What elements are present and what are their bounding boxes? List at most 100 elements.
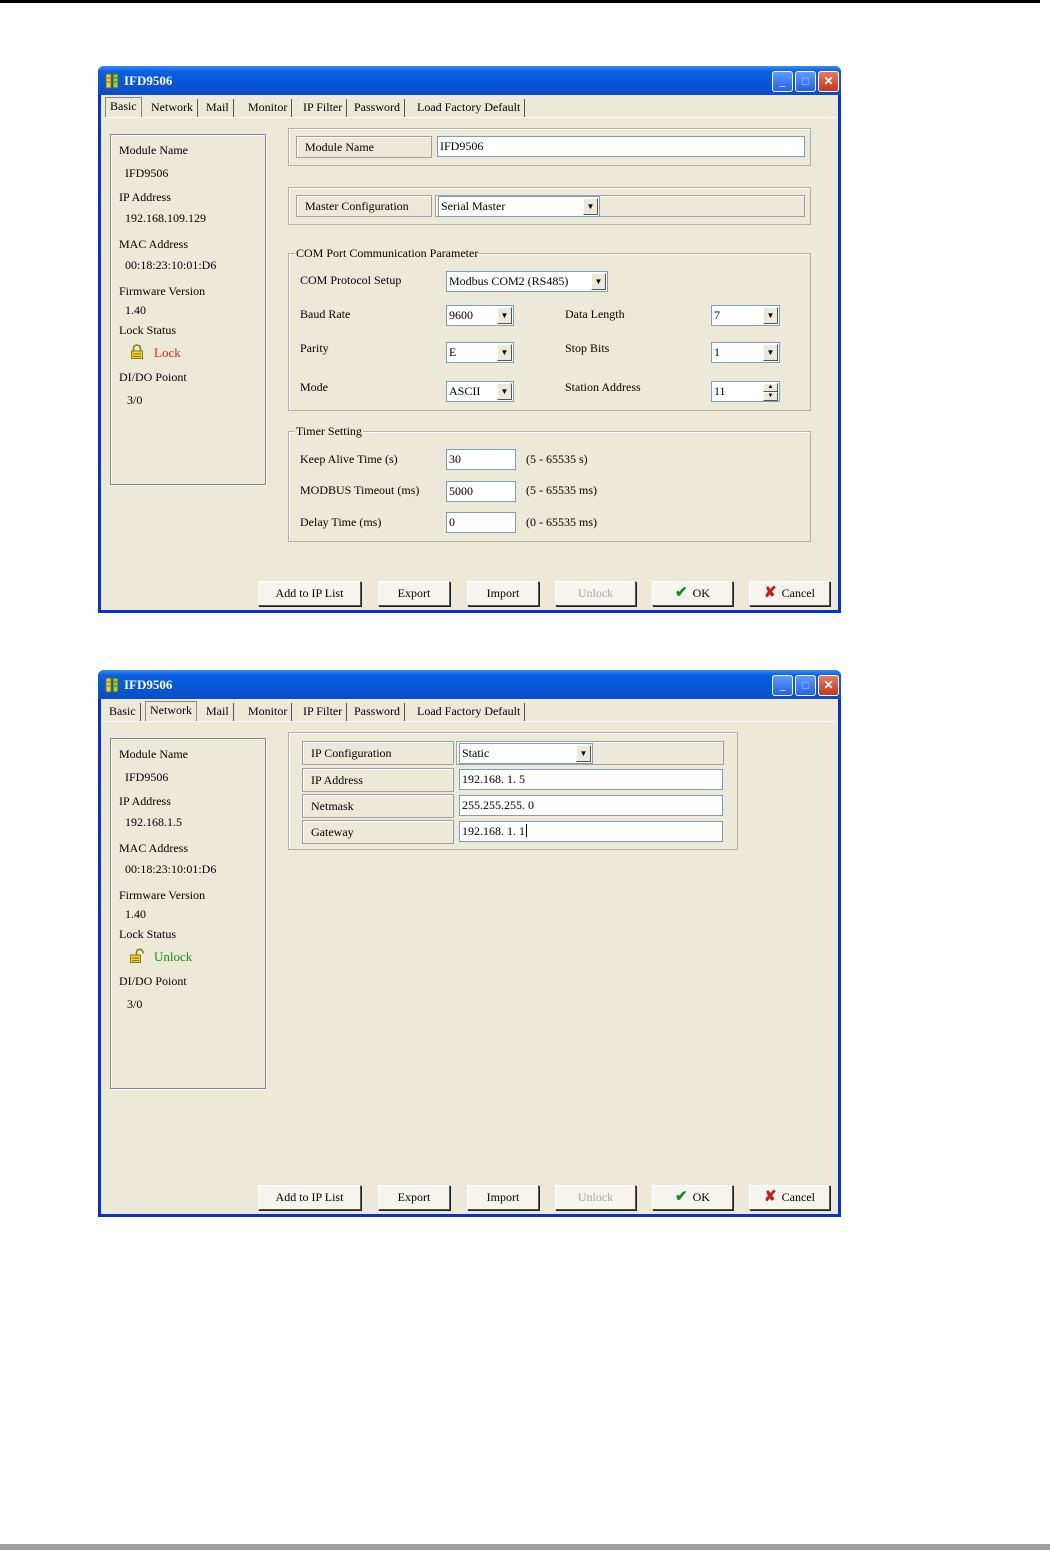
info-firmware-label: Firmware Version xyxy=(119,888,206,902)
page-right-margin xyxy=(1040,0,1050,1550)
add-to-ip-list-button[interactable]: Add to IP List xyxy=(258,581,361,606)
parity-label: Parity xyxy=(300,341,329,355)
maximize-button[interactable]: □ xyxy=(795,71,816,92)
close-button[interactable]: ✕ xyxy=(818,675,839,696)
tab-network[interactable]: Network xyxy=(147,99,198,118)
mode-value: ASCII xyxy=(449,384,481,398)
spin-up-icon[interactable]: ▲ xyxy=(763,383,778,392)
tab-ip-filter[interactable]: IP Filter xyxy=(299,703,348,722)
chevron-down-icon[interactable]: ▼ xyxy=(576,745,591,762)
com-protocol-select[interactable]: Modbus COM2 (RS485) ▼ xyxy=(446,271,608,292)
dialog-client: Basic Network Mail Monitor IP Filter Pas… xyxy=(101,95,838,610)
stop-bits-select[interactable]: 1 ▼ xyxy=(711,342,780,363)
close-button[interactable]: ✕ xyxy=(818,71,839,92)
info-dido-value: 3/0 xyxy=(127,393,143,407)
info-dido-label: DI/DO Poiont xyxy=(119,974,187,988)
master-config-group: Master Configuration Serial Master ▼ xyxy=(288,187,811,225)
info-module-name-label: Module Name xyxy=(119,747,188,761)
export-button[interactable]: Export xyxy=(378,581,450,606)
cancel-button-label: Cancel xyxy=(781,1190,815,1204)
title-bar[interactable]: IFD9506 _ □ ✕ xyxy=(98,670,841,699)
open-padlock-icon xyxy=(130,948,144,963)
master-config-select[interactable]: Serial Master ▼ xyxy=(438,196,600,217)
ip-configuration-select[interactable]: Static ▼ xyxy=(459,743,593,764)
info-module-name-label: Module Name xyxy=(119,143,188,157)
tab-divider xyxy=(103,117,836,118)
spin-down-icon[interactable]: ▼ xyxy=(763,392,778,401)
data-length-select[interactable]: 7 ▼ xyxy=(711,305,780,326)
import-button[interactable]: Import xyxy=(467,1185,539,1210)
com-protocol-value: Modbus COM2 (RS485) xyxy=(449,274,569,288)
info-module-name-value: IFD9506 xyxy=(125,166,169,180)
tab-password[interactable]: Password xyxy=(350,99,406,118)
tab-password[interactable]: Password xyxy=(350,703,406,722)
chevron-down-icon[interactable]: ▼ xyxy=(591,273,606,290)
modbus-timeout-input[interactable]: 5000 xyxy=(446,481,516,502)
tab-mail[interactable]: Mail xyxy=(202,703,234,722)
netmask-input[interactable]: 255.255.255. 0 xyxy=(459,795,723,816)
chevron-down-icon[interactable]: ▼ xyxy=(497,307,512,324)
app-icon xyxy=(105,677,119,693)
chevron-down-icon[interactable]: ▼ xyxy=(583,198,598,215)
x-mark-icon: ✘ xyxy=(764,1189,777,1205)
info-mac-address-value: 00:18:23:10:01:D6 xyxy=(125,258,217,272)
station-address-label: Station Address xyxy=(565,380,641,394)
tab-load-factory-default[interactable]: Load Factory Default xyxy=(413,99,526,118)
ip-address-input[interactable]: 192.168. 1. 5 xyxy=(459,769,723,790)
ok-button[interactable]: ✔ OK xyxy=(652,1185,733,1210)
minimize-button[interactable]: _ xyxy=(772,71,793,92)
unlock-button[interactable]: Unlock xyxy=(555,581,636,606)
window-title: IFD9506 xyxy=(124,73,173,88)
add-to-ip-list-button[interactable]: Add to IP List xyxy=(258,1185,361,1210)
chevron-down-icon[interactable]: ▼ xyxy=(763,344,778,361)
info-module-name-value: IFD9506 xyxy=(125,770,169,784)
tab-basic[interactable]: Basic xyxy=(105,97,142,118)
info-mac-address-label: MAC Address xyxy=(119,237,189,251)
com-port-group-title: COM Port Communication Parameter xyxy=(295,246,480,261)
tab-ip-filter[interactable]: IP Filter xyxy=(299,99,348,118)
mode-select[interactable]: ASCII ▼ xyxy=(446,381,514,402)
tab-monitor[interactable]: Monitor xyxy=(244,703,293,722)
title-bar[interactable]: IFD9506 _ □ ✕ xyxy=(98,66,841,95)
text-caret xyxy=(526,824,527,837)
gateway-input[interactable]: 192.168. 1. 1 xyxy=(459,821,723,842)
tab-load-factory-default[interactable]: Load Factory Default xyxy=(413,703,526,722)
info-firmware-value: 1.40 xyxy=(125,907,146,921)
unlock-button[interactable]: Unlock xyxy=(555,1185,636,1210)
ok-button[interactable]: ✔ OK xyxy=(652,581,733,606)
tab-basic[interactable]: Basic xyxy=(105,703,141,722)
ip-configuration-value: Static xyxy=(462,746,490,760)
station-address-stepper[interactable]: 11 ▲ ▼ xyxy=(711,381,780,402)
tab-network[interactable]: Network xyxy=(145,701,197,722)
module-name-group: Module Name IFD9506 xyxy=(288,128,811,166)
baud-rate-value: 9600 xyxy=(449,308,473,322)
cancel-button[interactable]: ✘ Cancel xyxy=(749,581,830,606)
delay-time-input[interactable]: 0 xyxy=(446,512,516,533)
info-mac-address-value: 00:18:23:10:01:D6 xyxy=(125,862,217,876)
stop-bits-label: Stop Bits xyxy=(565,341,610,355)
com-port-group: COM Port Communication Parameter COM Pro… xyxy=(288,246,811,411)
cancel-button[interactable]: ✘ Cancel xyxy=(749,1185,830,1210)
parity-select[interactable]: E ▼ xyxy=(446,342,514,363)
stop-bits-value: 1 xyxy=(714,345,720,359)
delay-time-range: (0 - 65535 ms) xyxy=(526,515,597,529)
keep-alive-input[interactable]: 30 xyxy=(446,449,516,470)
baud-rate-select[interactable]: 9600 ▼ xyxy=(446,305,514,326)
export-button[interactable]: Export xyxy=(378,1185,450,1210)
import-button[interactable]: Import xyxy=(467,581,539,606)
info-firmware-label: Firmware Version xyxy=(119,284,206,298)
module-name-input[interactable]: IFD9506 xyxy=(437,136,805,157)
tab-mail[interactable]: Mail xyxy=(202,99,234,118)
dialog-client: Basic Network Mail Monitor IP Filter Pas… xyxy=(101,699,838,1214)
app-icon xyxy=(105,73,119,89)
chevron-down-icon[interactable]: ▼ xyxy=(497,383,512,400)
maximize-button[interactable]: □ xyxy=(795,675,816,696)
window-title: IFD9506 xyxy=(124,677,173,692)
chevron-down-icon[interactable]: ▼ xyxy=(497,344,512,361)
tab-monitor[interactable]: Monitor xyxy=(244,99,293,118)
minimize-button[interactable]: _ xyxy=(772,675,793,696)
chevron-down-icon[interactable]: ▼ xyxy=(763,307,778,324)
page-bottom-rule xyxy=(0,1544,1050,1550)
modbus-timeout-label: MODBUS Timeout (ms) xyxy=(300,483,420,497)
ip-configuration-label: IP Configuration xyxy=(302,741,454,765)
